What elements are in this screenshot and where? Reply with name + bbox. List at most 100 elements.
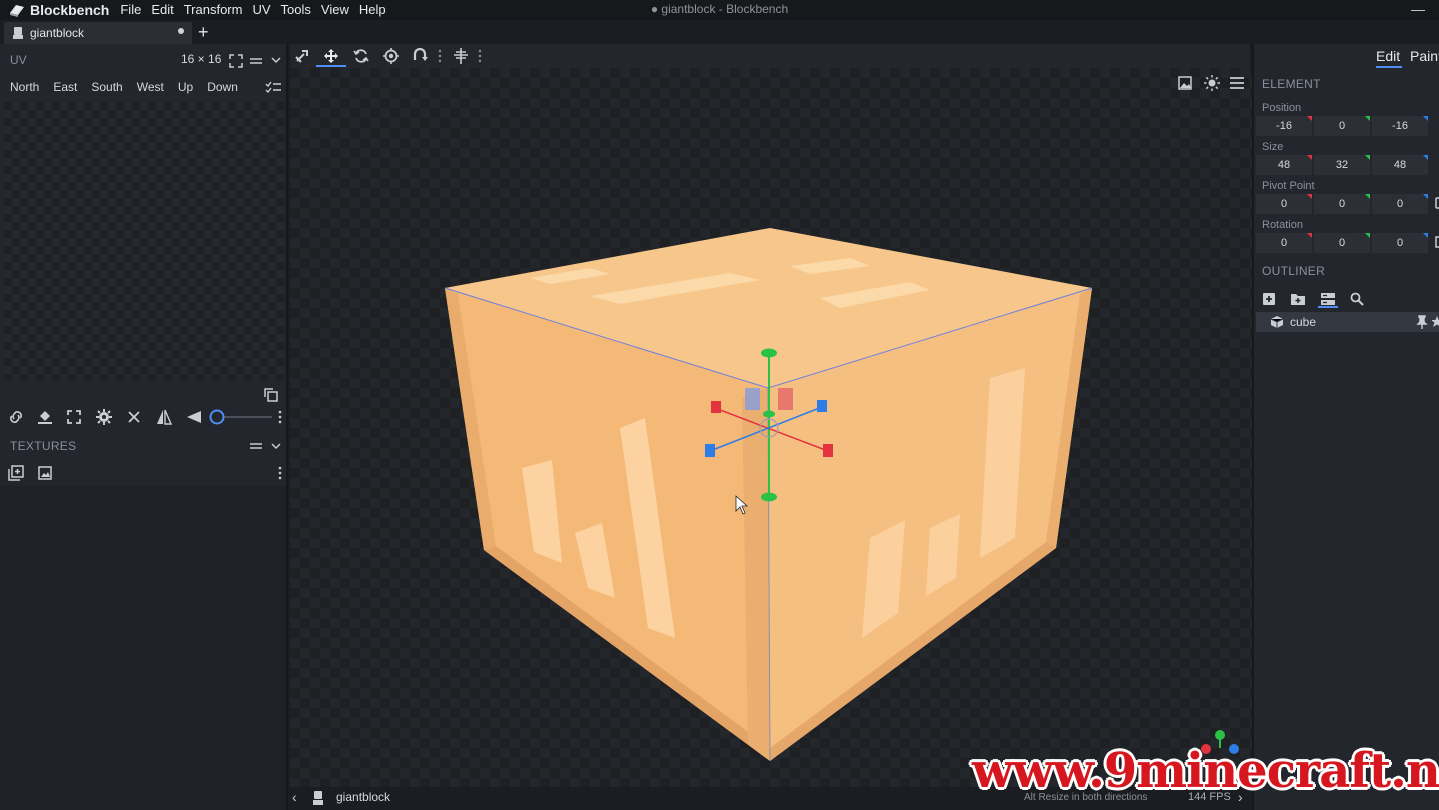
more-vertical-icon[interactable]	[278, 466, 282, 480]
minimize-button[interactable]: —	[1411, 1, 1425, 17]
face-west[interactable]: West	[137, 80, 164, 94]
uv-editor-canvas[interactable]	[4, 102, 284, 380]
size-z-input[interactable]: 48	[1372, 155, 1428, 175]
position-row: -16 0 -16	[1256, 116, 1439, 136]
menu-transform[interactable]: Transform	[179, 0, 248, 20]
app-name: Blockbench	[30, 2, 110, 18]
tab-label: giantblock	[30, 26, 85, 40]
size-x-input[interactable]: 48	[1256, 155, 1312, 175]
link-icon[interactable]	[7, 410, 25, 424]
add-cube-icon[interactable]	[1262, 292, 1276, 306]
face-east[interactable]: East	[53, 80, 77, 94]
menu-view[interactable]: View	[316, 0, 354, 20]
move-tool-icon[interactable]	[294, 48, 310, 64]
uv-size[interactable]: 16 × 16	[181, 52, 221, 66]
outliner-panel-title: OUTLINER	[1262, 264, 1326, 278]
rotation-z-value: 0	[1396, 237, 1404, 249]
rotation-z-input[interactable]: 0	[1372, 233, 1428, 253]
gizmo-x-handle	[823, 444, 833, 457]
pivot-tool-icon[interactable]	[383, 48, 399, 64]
pivot-y-input[interactable]: 0	[1314, 194, 1370, 214]
3d-viewport[interactable]	[290, 68, 1252, 787]
size-y-input[interactable]: 32	[1314, 155, 1370, 175]
gizmo-z-handle	[817, 400, 827, 412]
center-pivot-icon[interactable]	[1435, 196, 1439, 210]
face-north[interactable]: North	[10, 80, 39, 94]
pivot-row: 0 0 0	[1256, 194, 1439, 214]
position-z-value: -16	[1392, 120, 1408, 132]
rotation-y-input[interactable]: 0	[1314, 233, 1370, 253]
chevron-down-icon[interactable]	[271, 442, 281, 450]
resize-tool-icon[interactable]	[323, 48, 339, 64]
model-icon	[313, 791, 323, 805]
scene[interactable]	[290, 68, 1252, 787]
search-icon[interactable]	[1350, 292, 1364, 306]
maximize-uv-icon[interactable]	[67, 410, 81, 424]
menu-help[interactable]: Help	[354, 0, 391, 20]
toggle-options-icon[interactable]	[1320, 292, 1336, 306]
left-panel: UV 16 × 16 North East South West Up Down	[0, 44, 288, 810]
outliner-item-cube[interactable]: cube	[1256, 312, 1439, 332]
copy-icon[interactable]	[263, 387, 279, 403]
menu-uv[interactable]: UV	[247, 0, 275, 20]
brightness-icon[interactable]	[1204, 75, 1220, 91]
pivot-x-input[interactable]: 0	[1256, 194, 1312, 214]
chevron-left-icon[interactable]: ‹	[292, 789, 297, 805]
paint-bucket-icon[interactable]	[37, 409, 53, 425]
gizmo-z-handle	[705, 444, 715, 457]
textures-toolbar	[0, 462, 286, 484]
menu-edit[interactable]: Edit	[146, 0, 178, 20]
fullscreen-icon[interactable]	[229, 54, 243, 68]
status-project-name: giantblock	[336, 790, 391, 804]
star-icon[interactable]	[1432, 315, 1439, 329]
position-x-input[interactable]: -16	[1256, 116, 1312, 136]
new-tab-button[interactable]: +	[198, 21, 209, 43]
menu-tools[interactable]: Tools	[276, 0, 316, 20]
watermark: www.9minecraft.net	[968, 741, 1439, 803]
rescale-toggle-icon[interactable]	[1435, 235, 1439, 249]
element-panel-title: ELEMENT	[1262, 77, 1321, 91]
mode-paint-tab[interactable]: Paint	[1410, 48, 1439, 64]
vertex-snap-icon[interactable]	[412, 48, 428, 64]
pivot-z-value: 0	[1396, 198, 1404, 210]
add-group-folder-icon[interactable]	[1290, 292, 1306, 306]
mirror-x-icon[interactable]	[156, 409, 172, 425]
more-vertical-icon[interactable]	[478, 49, 482, 63]
import-texture-icon[interactable]	[8, 465, 24, 481]
active-outliner-option-indicator	[1318, 306, 1338, 308]
mode-edit-tab[interactable]: Edit	[1376, 48, 1400, 64]
rotation-x-input[interactable]: 0	[1256, 233, 1312, 253]
pivot-y-value: 0	[1338, 198, 1346, 210]
menu-file[interactable]: File	[115, 0, 146, 20]
pin-icon[interactable]	[1416, 315, 1428, 329]
collapse-lines-icon[interactable]	[250, 441, 262, 451]
model-icon	[13, 27, 23, 39]
mirror-y-icon[interactable]	[186, 410, 202, 424]
auto-uv-gear-icon[interactable]	[96, 409, 112, 425]
tab-giantblock[interactable]: giantblock	[4, 22, 192, 44]
mirror-modeling-icon[interactable]	[453, 48, 469, 64]
size-label: Size	[1262, 141, 1284, 153]
chevron-down-icon[interactable]	[271, 56, 281, 64]
collapse-lines-icon[interactable]	[250, 56, 262, 66]
size-x-value: 48	[1277, 159, 1291, 171]
create-texture-icon[interactable]	[38, 466, 52, 480]
unsaved-dot-icon[interactable]	[178, 28, 184, 34]
menu-icon[interactable]	[1230, 77, 1244, 89]
position-y-value: 0	[1338, 120, 1346, 132]
face-down[interactable]: Down	[207, 80, 238, 94]
clear-uv-x-icon[interactable]	[128, 411, 140, 423]
more-vertical-icon[interactable]	[278, 410, 282, 424]
pivot-x-value: 0	[1280, 198, 1288, 210]
face-up[interactable]: Up	[178, 80, 193, 94]
textures-list[interactable]	[0, 486, 286, 810]
image-icon[interactable]	[1178, 76, 1192, 90]
pivot-z-input[interactable]: 0	[1372, 194, 1428, 214]
rotation-slider[interactable]	[208, 409, 274, 425]
position-y-input[interactable]: 0	[1314, 116, 1370, 136]
more-vertical-icon[interactable]	[438, 49, 442, 63]
checklist-icon[interactable]	[265, 81, 281, 93]
face-south[interactable]: South	[91, 80, 122, 94]
rotate-tool-icon[interactable]	[353, 48, 369, 64]
position-z-input[interactable]: -16	[1372, 116, 1428, 136]
